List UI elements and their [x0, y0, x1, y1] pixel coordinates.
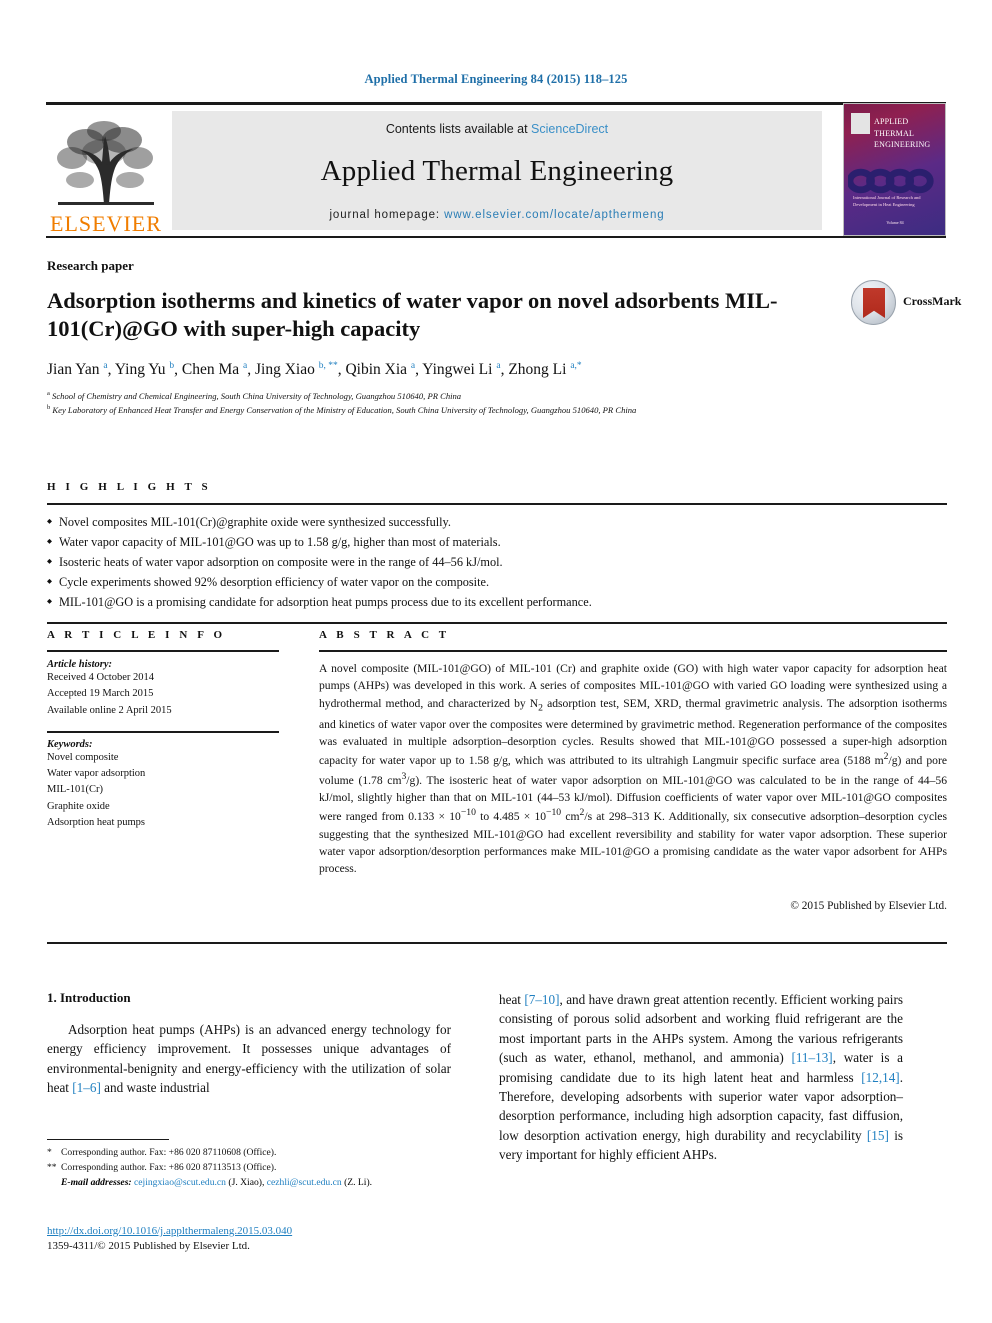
email-addresses-note: E-mail addresses: cejingxiao@scut.edu.cn…: [61, 1176, 373, 1188]
keyword-item: Novel composite: [47, 751, 119, 763]
email-link-2[interactable]: cezhli@scut.edu.cn: [267, 1177, 342, 1188]
journal-masthead: ELSEVIER Contents lists available at Sci…: [46, 102, 946, 238]
crossmark-bookmark-icon: [863, 288, 885, 318]
footnote-rule: [47, 1139, 169, 1140]
sciencedirect-link[interactable]: ScienceDirect: [531, 122, 608, 136]
affiliation-b-text: Key Laboratory of Enhanced Heat Transfer…: [52, 404, 637, 415]
article-history-received: Received 4 October 2014: [47, 672, 155, 683]
keywords-block: Keywords: Novel composite Water vapor ad…: [47, 730, 279, 831]
cover-title-line-3: ENGINEERING: [874, 140, 931, 150]
page-title: Adsorption isotherms and kinetics of wat…: [47, 288, 778, 342]
article-history-label: Article history:: [47, 659, 113, 670]
footnote-mark-double: **: [47, 1161, 57, 1173]
journal-title: Applied Thermal Engineering: [320, 155, 674, 187]
contents-available-line: Contents lists available at ScienceDirec…: [386, 122, 608, 136]
journal-cover-thumbnail: APPLIED THERMAL ENGINEERING Internationa…: [843, 103, 946, 236]
body-column-right: heat [7–10], and have drawn great attent…: [499, 990, 903, 1165]
affiliations: a School of Chemistry and Chemical Engin…: [47, 389, 877, 417]
cover-volume-text: Volume 84: [886, 220, 904, 225]
keywords-rule: [47, 730, 279, 733]
introduction-paragraph-right: heat [7–10], and have drawn great attent…: [499, 992, 904, 1163]
document-type-label: Research paper: [47, 258, 134, 273]
cover-publisher-badge: [851, 113, 870, 134]
doi-link[interactable]: http://dx.doi.org/10.1016/j.applthermale…: [47, 1225, 477, 1237]
journal-homepage-link[interactable]: www.elsevier.com/locate/apthermeng: [444, 209, 664, 221]
elsevier-logo: ELSEVIER: [48, 111, 164, 235]
list-item: Isosteric heats of water vapor adsorptio…: [47, 553, 947, 573]
email-addresses-label: E-mail addresses:: [61, 1176, 132, 1188]
highlights-list: Novel composites MIL-101(Cr)@graphite ox…: [47, 513, 947, 613]
crossmark-circle-icon: [851, 280, 896, 325]
elsevier-tree-icon: [57, 121, 154, 205]
masthead-top-rule: [46, 102, 946, 105]
corresponding-author-text-1: Corresponding author. Fax: +86 020 87110…: [61, 1147, 277, 1158]
highlights-heading: H I G H L I G H T S: [47, 481, 212, 493]
elsevier-wordmark: ELSEVIER: [50, 211, 162, 236]
affiliation-a-text: School of Chemistry and Chemical Enginee…: [52, 390, 462, 401]
cover-title-line-1: APPLIED: [874, 117, 909, 126]
email-name-1: (J. Xiao): [228, 1176, 262, 1188]
issn-copyright-line: 1359-4311/© 2015 Published by Elsevier L…: [47, 1240, 250, 1252]
article-header: Research paper Adsorption isotherms and …: [47, 258, 961, 417]
email-name-2: (Z. Li).: [344, 1176, 373, 1188]
corresponding-author-text-2: Corresponding author. Fax: +86 020 87113…: [61, 1161, 277, 1173]
highlights-section: H I G H L I G H T S Novel composites MIL…: [47, 481, 947, 613]
homepage-prefix: journal homepage:: [329, 209, 445, 221]
abstract-copyright: © 2015 Published by Elsevier Ltd.: [790, 899, 947, 912]
article-history-online: Available online 2 April 2015: [47, 704, 172, 716]
list-item: Novel composites MIL-101(Cr)@graphite ox…: [47, 513, 947, 533]
keywords-label: Keywords:: [47, 738, 93, 750]
abstract-body: A novel composite (MIL-101@GO) of MIL-10…: [319, 662, 948, 876]
article-history-accepted: Accepted 19 March 2015: [47, 688, 154, 700]
article-info-heading: A R T I C L E I N F O: [47, 629, 226, 641]
corresponding-author-note-2: ** Corresponding author. Fax: +86 020 87…: [47, 1161, 451, 1176]
cover-chain-graphic: [848, 168, 934, 194]
affiliation-b: b Key Laboratory of Enhanced Heat Transf…: [47, 403, 637, 415]
infoblock-bottom-rule: [47, 942, 947, 944]
crossmark-badge[interactable]: CrossMark: [851, 280, 961, 332]
keyword-item: Graphite oxide: [47, 800, 110, 812]
introduction-paragraph-left: Adsorption heat pumps (AHPs) is an advan…: [47, 1022, 451, 1096]
abstract-heading: A B S T R A C T: [319, 629, 450, 641]
cover-editors-text: International Journal of Research and De…: [853, 194, 921, 208]
introduction-heading: 1. Introduction: [47, 990, 131, 1005]
running-head: Applied Thermal Engineering 84 (2015) 11…: [364, 72, 628, 86]
article-info-rule: [47, 650, 279, 652]
highlights-rule: [47, 503, 947, 505]
journal-homepage-line: journal homepage: www.elsevier.com/locat…: [329, 209, 664, 221]
masthead-center-panel: Contents lists available at ScienceDirec…: [172, 111, 822, 230]
abstract-rule: [319, 650, 947, 652]
cover-title: APPLIED THERMAL ENGINEERING: [874, 116, 930, 151]
footnote-mark-single: *: [47, 1147, 52, 1158]
email-link-1[interactable]: cejingxiao@scut.edu.cn: [134, 1177, 226, 1188]
doi-block: http://dx.doi.org/10.1016/j.applthermale…: [47, 1225, 477, 1252]
keyword-item: Water vapor adsorption: [47, 768, 146, 780]
journal-article-page: Applied Thermal Engineering 84 (2015) 11…: [0, 0, 992, 1323]
body-column-left: 1. Introduction Adsorption heat pumps (A…: [47, 990, 451, 1098]
keyword-item: MIL-101(Cr): [47, 784, 103, 796]
footnotes-block: * Corresponding author. Fax: +86 020 871…: [47, 1139, 451, 1191]
contents-prefix: Contents lists available at: [385, 122, 532, 136]
keyword-item: Adsorption heat pumps: [47, 816, 145, 828]
list-item: Cycle experiments showed 92% desorption …: [47, 573, 947, 593]
article-info-column: A R T I C L E I N F O Article history: R…: [47, 622, 279, 831]
list-item: MIL-101@GO is a promising candidate for …: [47, 593, 947, 613]
list-item: Water vapor capacity of MIL-101@GO was u…: [47, 533, 947, 553]
corresponding-author-note-1: * Corresponding author. Fax: +86 020 871…: [47, 1146, 451, 1161]
masthead-bottom-rule: [46, 236, 946, 238]
abstract-column: A B S T R A C T A novel composite (MIL-1…: [319, 622, 947, 912]
author-list: Jian Yan a, Ying Yu b, Chen Ma a, Jing X…: [47, 360, 582, 378]
affiliation-a: a School of Chemistry and Chemical Engin…: [47, 389, 462, 401]
cover-title-line-2: THERMAL: [874, 128, 915, 138]
crossmark-label: CrossMark: [903, 294, 962, 308]
